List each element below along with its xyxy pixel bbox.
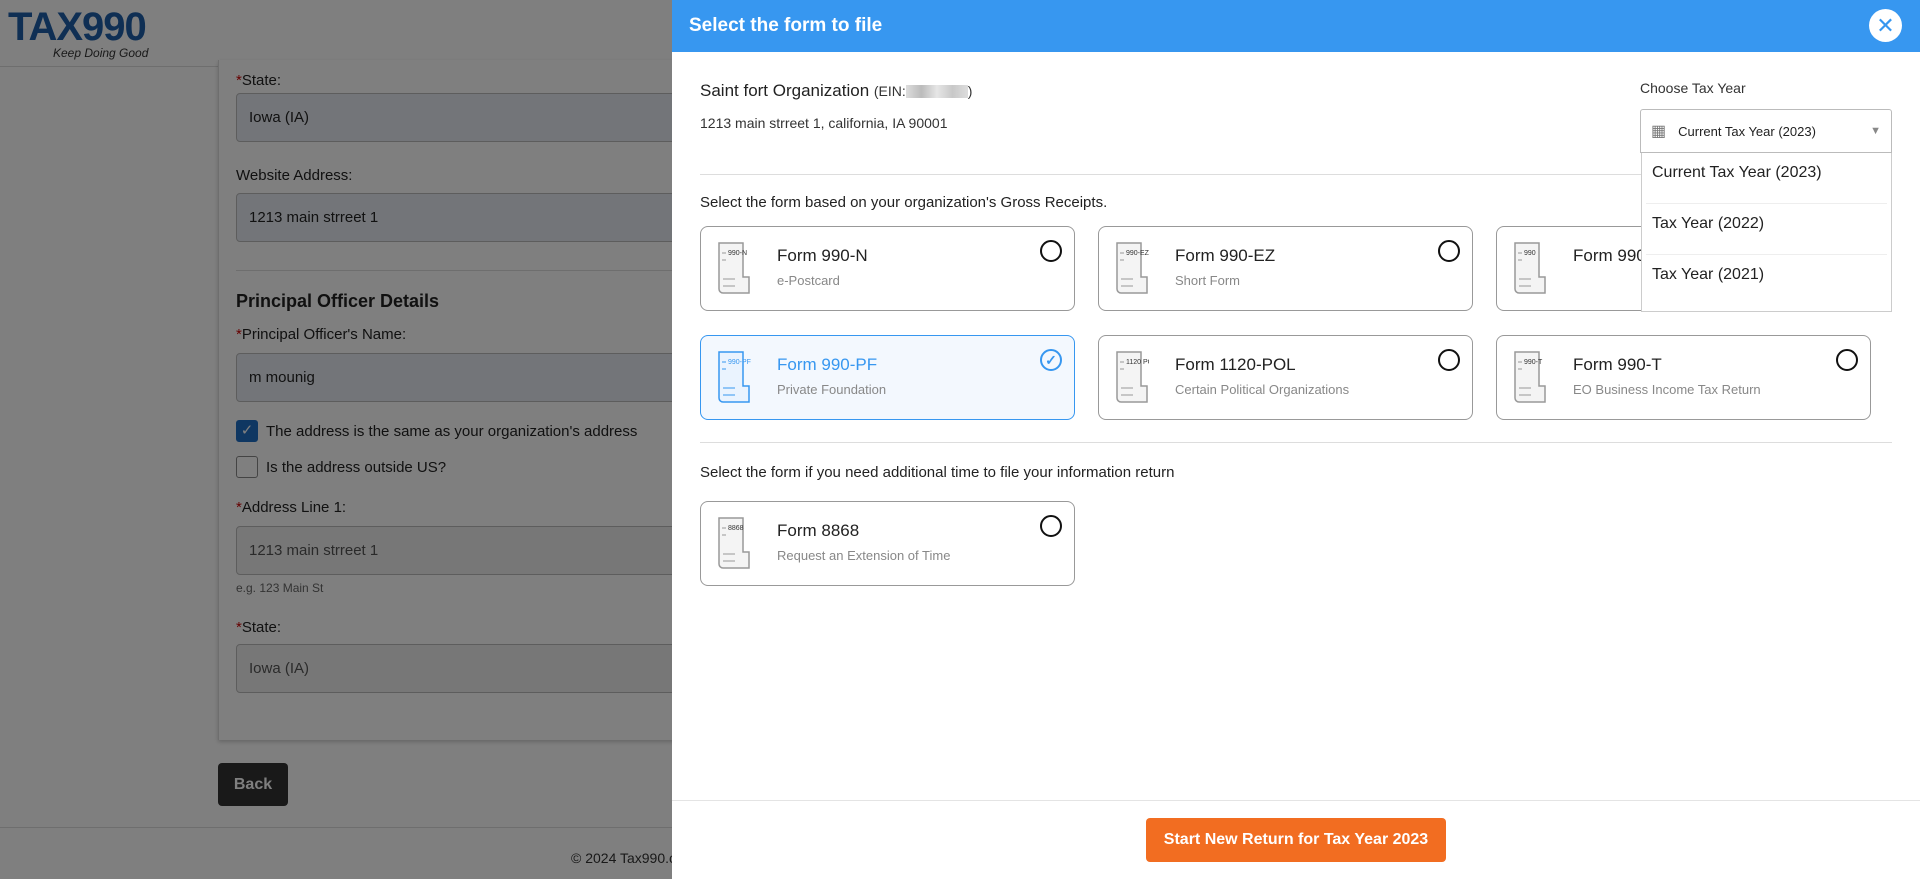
start-new-return-button[interactable]: Start New Return for Tax Year 2023	[1146, 818, 1446, 862]
form-document-icon: 990-N	[718, 242, 750, 294]
radio-button[interactable]	[1438, 240, 1460, 262]
form-name: Form 1120-POL	[1175, 355, 1296, 374]
tax-year-select[interactable]: ▦ Current Tax Year (2023) ▼	[1640, 109, 1892, 153]
form-option-card[interactable]: 990-T Form 990-T EO Business Income Tax …	[1496, 335, 1871, 420]
svg-text:1120 POL: 1120 POL	[1126, 359, 1149, 366]
form-option-card[interactable]: 990-N Form 990-N e-Postcard	[700, 226, 1075, 311]
form-description: Request an Extension of Time	[777, 548, 951, 563]
check-circle-icon[interactable]: ✓	[1040, 349, 1062, 371]
select-form-panel: Select the form to file ✕ Saint fort Org…	[672, 0, 1920, 879]
svg-text:990-EZ: 990-EZ	[1126, 250, 1149, 257]
extension-text: Select the form if you need additional t…	[700, 464, 1175, 481]
form-description: Private Foundation	[777, 382, 887, 397]
chevron-down-icon: ▼	[1870, 125, 1881, 137]
form-name: Form 8868	[777, 521, 860, 540]
radio-button[interactable]	[1040, 240, 1062, 262]
form-option-card[interactable]: 8868 Form 8868 Request an Extension of T…	[700, 501, 1075, 586]
form-document-icon: 990	[1514, 242, 1546, 294]
redacted-ein	[905, 85, 968, 99]
form-description: Certain Political Organizations	[1175, 382, 1350, 397]
tax-year-label: Choose Tax Year	[1640, 80, 1746, 96]
tax-year-option[interactable]: Tax Year (2021)	[1646, 255, 1887, 306]
svg-text:990-N: 990-N	[728, 250, 747, 257]
svg-text:990-T: 990-T	[1524, 359, 1543, 366]
form-name: Form 990-EZ	[1175, 246, 1276, 265]
form-name: Form 990-N	[777, 246, 868, 265]
radio-button[interactable]	[1836, 349, 1858, 371]
panel-footer-divider	[672, 800, 1920, 801]
gross-receipts-text: Select the form based on your organizati…	[700, 194, 1108, 211]
form-description: Short Form	[1175, 273, 1241, 288]
form-option-card[interactable]: 990-PF Form 990-PF Private Foundation ✓	[700, 335, 1075, 420]
radio-button[interactable]	[1438, 349, 1460, 371]
panel-title: Select the form to file	[689, 15, 883, 36]
form-document-icon: 1120 POL	[1116, 351, 1149, 403]
org-name: Saint fort Organization (EIN:)	[700, 81, 973, 100]
svg-text:990: 990	[1524, 250, 1536, 257]
form-name: Form 990-T	[1573, 355, 1662, 374]
svg-text:990-PF: 990-PF	[728, 359, 751, 366]
form-description: EO Business Income Tax Return	[1573, 382, 1761, 397]
org-address: 1213 main strreet 1, california, IA 9000…	[700, 115, 948, 131]
tax-year-option[interactable]: Tax Year (2022)	[1646, 204, 1887, 255]
form-document-icon: 8868	[718, 517, 750, 569]
form-name: Form 990	[1573, 246, 1646, 265]
form-document-icon: 990-PF	[718, 351, 751, 403]
calendar-icon: ▦	[1651, 123, 1667, 140]
tax-year-dropdown: Current Tax Year (2023) Tax Year (2022) …	[1641, 153, 1892, 312]
form-document-icon: 990-EZ	[1116, 242, 1149, 294]
divider	[700, 442, 1892, 443]
form-option-card[interactable]: 1120 POL Form 1120-POL Certain Political…	[1098, 335, 1473, 420]
close-icon[interactable]: ✕	[1869, 9, 1902, 42]
tax-year-option[interactable]: Current Tax Year (2023)	[1646, 153, 1887, 204]
form-document-icon: 990-T	[1514, 351, 1546, 403]
form-name: Form 990-PF	[777, 355, 878, 374]
svg-text:8868: 8868	[728, 525, 744, 532]
panel-header: Select the form to file ✕	[672, 0, 1920, 52]
radio-button[interactable]	[1040, 515, 1062, 537]
form-option-card[interactable]: 990-EZ Form 990-EZ Short Form	[1098, 226, 1473, 311]
form-description: e-Postcard	[777, 273, 840, 288]
